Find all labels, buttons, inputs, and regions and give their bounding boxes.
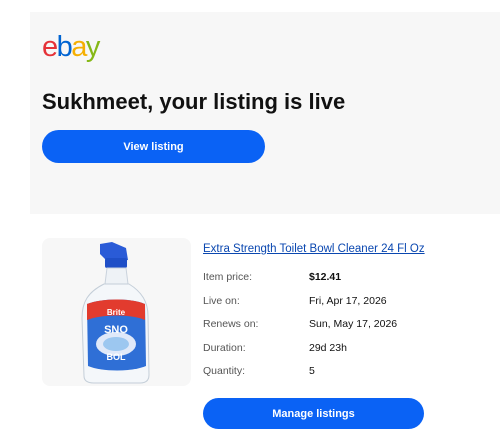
quantity-label: Quantity: [203,365,246,377]
ebay-logo[interactable]: ebay [42,30,100,64]
renews-on-value: Sun, May 17, 2026 [309,318,398,330]
live-on-value: Fri, Apr 17, 2026 [309,294,387,307]
quantity-value: 5 [309,365,315,377]
detail-row-live-on: Live on: Fri, Apr 17, 2026 [203,295,493,319]
detail-row-item-price: Item price: $12.41 [203,271,493,295]
renews-on-label: Renews on: [203,318,259,330]
svg-text:Brite: Brite [107,308,126,317]
detail-row-quantity: Quantity: 5 [203,365,493,389]
duration-value: 29d 23h [309,341,347,354]
listing-details: Item price: $12.41 Live on: Fri, Apr 17,… [203,271,493,389]
live-on-label: Live on: [203,294,240,307]
duration-label: Duration: [203,341,246,354]
svg-text:SNO: SNO [104,324,128,336]
detail-row-duration: Duration: 29d 23h [203,342,493,366]
item-price-value: $12.41 [309,271,342,283]
detail-row-renews-on: Renews on: Sun, May 17, 2026 [203,318,493,342]
headline: Sukhmeet, your listing is live [42,89,346,114]
product-image[interactable]: Brite SNO BOL [42,238,191,386]
email-header: ebay Sukhmeet, your listing is live View… [30,12,500,214]
toilet-cleaner-bottle-icon: Brite SNO BOL [81,242,150,384]
item-price-label: Item price: [203,271,253,283]
view-listing-button[interactable]: View listing [42,130,265,163]
manage-listings-button[interactable]: Manage listings [203,398,424,429]
svg-text:BOL: BOL [107,352,127,362]
product-title-link[interactable]: Extra Strength Toilet Bowl Cleaner 24 Fl… [203,243,493,255]
